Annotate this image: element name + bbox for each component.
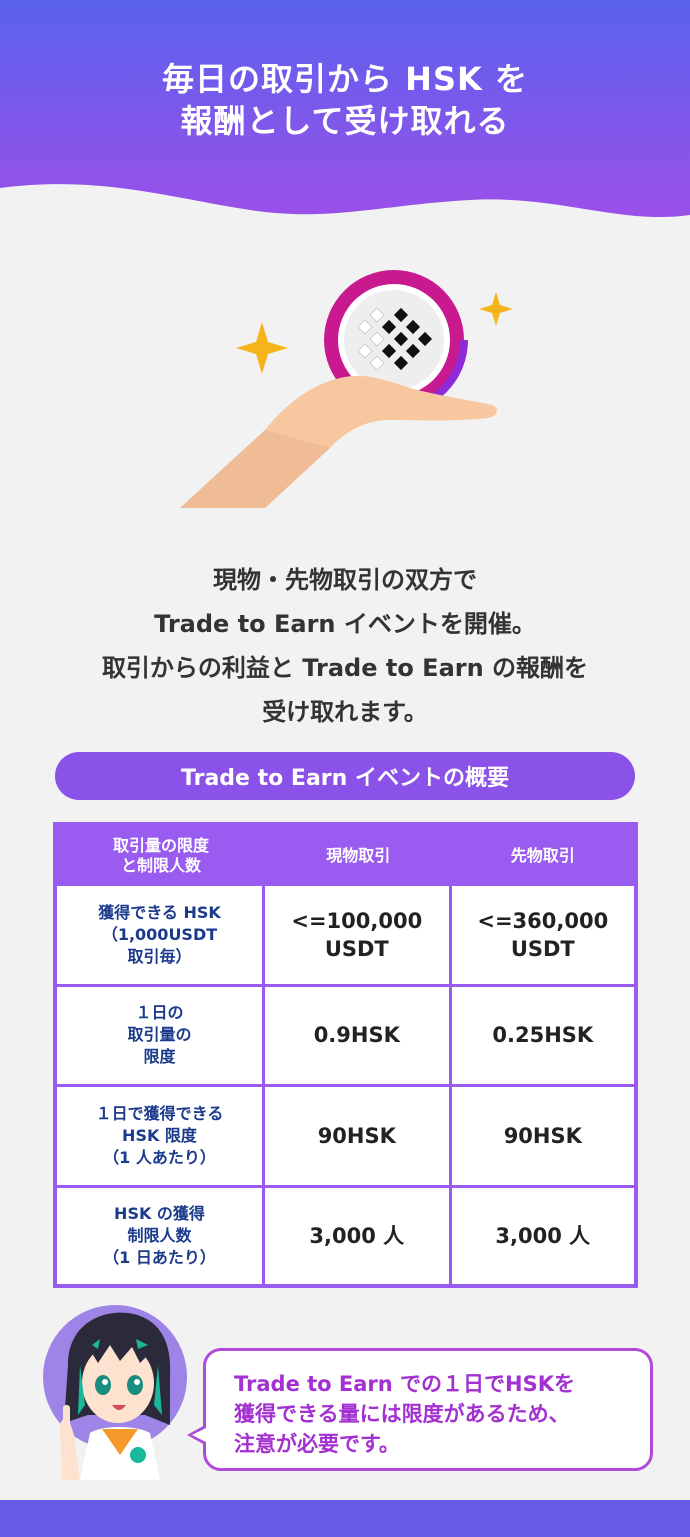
spot-value-cell: 0.9HSK [265, 986, 452, 1088]
hero-illustration [170, 266, 530, 520]
futures-value-cell-line: USDT [510, 936, 575, 961]
row-label-cell: １日で獲得できる HSK 限度 （1 人あたり） [57, 1087, 265, 1188]
spot-value-cell-line: 90HSK [317, 1123, 396, 1148]
futures-value-cell: 3,000 人 [451, 1187, 634, 1284]
row-label-cell-line: （1,000USDT [101, 924, 218, 944]
intro-line-2: Trade to Earn イベントを開催。 [154, 610, 536, 638]
sparkle-icon [479, 292, 513, 326]
row-label-cell: HSK の獲得 制限人数 （1 日あたり） [57, 1187, 265, 1284]
bubble-line-1: Trade to Earn での１日でHSKを [234, 1372, 576, 1396]
intro-text: 現物・先物取引の双方で Trade to Earn イベントを開催。 取引からの… [0, 558, 690, 734]
spot-value-cell-line: 3,000 人 [309, 1223, 405, 1248]
row-label-cell: １日の 取引量の 限度 [57, 986, 265, 1088]
table-header-row: 取引量の限度 と制限人数 現物取引 先物取引 [57, 826, 634, 886]
row-label-cell-line: １日の [135, 1003, 184, 1023]
event-summary-table: 取引量の限度 と制限人数 現物取引 先物取引 獲得できる HSK （1,000US… [53, 822, 638, 1288]
title-line-2: 報酬として受け取れる [180, 102, 510, 140]
row-label-cell-line: 獲得できる HSK [98, 902, 221, 922]
footer-bar [0, 1500, 690, 1537]
intro-line-4: 受け取れます。 [262, 698, 428, 726]
futures-value-cell-line: 90HSK [503, 1123, 582, 1148]
table-row: HSK の獲得 制限人数 （1 日あたり） 3,000 人 3,000 人 [57, 1187, 634, 1284]
open-hand-icon [180, 375, 497, 508]
guide-girl-avatar [40, 1305, 200, 1480]
row-label-cell-line: HSK の獲得 [114, 1203, 205, 1223]
header-criteria-line-2: と制限人数 [120, 856, 201, 875]
intro-line-1: 現物・先物取引の双方で [213, 566, 477, 594]
row-label-cell: 獲得できる HSK （1,000USDT 取引毎） [57, 886, 265, 987]
header-banner: 毎日の取引から HSK を 報酬として受け取れる [0, 0, 690, 240]
section-heading-pill: Trade to Earn イベントの概要 [55, 752, 635, 800]
title-line-1: 毎日の取引から HSK を [162, 60, 528, 98]
futures-value-cell: <=360,000 USDT [451, 886, 634, 987]
spot-value-cell-line: 0.9HSK [313, 1023, 400, 1048]
table-row: 獲得できる HSK （1,000USDT 取引毎） <=100,000 USDT <=36… [57, 886, 634, 987]
bubble-line-2: 獲得できる量には限度があるため、 [234, 1402, 570, 1426]
row-label-cell-line: （1 人あたり） [103, 1147, 216, 1167]
table-header-spot: 現物取引 [265, 826, 452, 886]
section-heading-label: Trade to Earn イベントの概要 [181, 766, 509, 791]
futures-value-cell-line: 0.25HSK [492, 1023, 594, 1048]
spot-value-cell: 3,000 人 [265, 1187, 452, 1284]
row-label-cell-line: 取引毎） [127, 946, 192, 966]
table-row: １日の 取引量の 限度 0.9HSK 0.25HSK [57, 986, 634, 1088]
sparkle-icon [236, 322, 288, 374]
bubble-line-3: 注意が必要です。 [234, 1432, 400, 1456]
speech-bubble: Trade to Earn での１日でHSKを 獲得できる量には限度があるため、… [203, 1348, 653, 1471]
row-label-cell-line: HSK 限度 [122, 1125, 197, 1145]
row-label-cell-line: 限度 [143, 1047, 176, 1067]
row-label-cell-line: （1 日あたり） [103, 1247, 216, 1267]
spot-value-cell-line: <=100,000 [291, 908, 423, 933]
futures-value-cell-line: 3,000 人 [495, 1223, 591, 1248]
futures-value-cell-line: <=360,000 [477, 908, 609, 933]
intro-line-3: 取引からの利益と Trade to Earn の報酬を [101, 654, 589, 682]
header-criteria-line-1: 取引量の限度 [112, 836, 209, 855]
table-row: １日で獲得できる HSK 限度 （1 人あたり） 90HSK 90HSK [57, 1087, 634, 1188]
spot-value-cell-line: USDT [324, 936, 389, 961]
page-title: 毎日の取引から HSK を 報酬として受け取れる [0, 58, 690, 142]
row-label-cell-line: 取引量の [127, 1025, 192, 1045]
table-header-futures: 先物取引 [451, 826, 634, 886]
futures-value-cell: 90HSK [451, 1087, 634, 1188]
futures-value-cell: 0.25HSK [451, 986, 634, 1088]
speech-bubble-tail-inner [192, 1428, 206, 1442]
table-header-criteria: 取引量の限度 と制限人数 [57, 826, 265, 886]
spot-value-cell: 90HSK [265, 1087, 452, 1188]
row-label-cell-line: １日で獲得できる [95, 1103, 224, 1123]
row-label-cell-line: 制限人数 [127, 1225, 192, 1245]
spot-value-cell: <=100,000 USDT [265, 886, 452, 987]
